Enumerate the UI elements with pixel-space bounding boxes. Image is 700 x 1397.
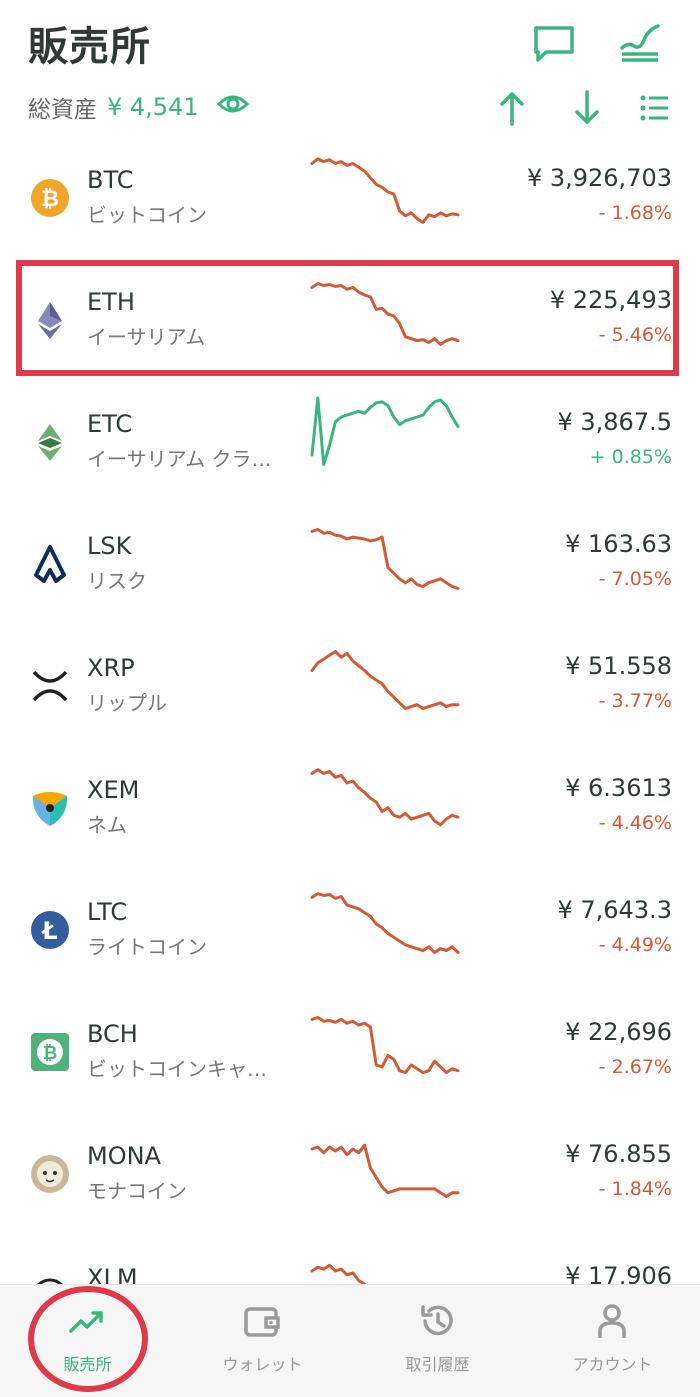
nem-icon (30, 788, 70, 828)
coin-row-ltc[interactable]: Ł LTC ライトコイン ¥ 7,643.3 - 4.49% (0, 870, 700, 992)
coin-symbol: XLM (87, 1264, 138, 1284)
coin-symbol: XRP (87, 654, 135, 682)
lisk-icon (30, 544, 70, 584)
coin-price: ¥ 17,906 (565, 1262, 672, 1284)
sort-descending-icon[interactable] (573, 90, 601, 130)
total-assets-label: 総資産 (28, 97, 97, 123)
price-sparkline (310, 1016, 460, 1075)
price-sparkline (310, 528, 460, 590)
coin-symbol: BCH (87, 1020, 138, 1048)
sparkline-line (310, 528, 460, 590)
coin-name: ライトコイン (87, 935, 207, 959)
highlight-circle (28, 1286, 148, 1392)
coin-symbol: XEM (87, 776, 140, 804)
coin-symbol: LTC (87, 898, 128, 926)
ethereum-classic-icon (30, 422, 70, 462)
price-sparkline (310, 650, 460, 710)
eye-icon[interactable] (216, 92, 249, 122)
coin-row-etc[interactable]: ETC イーサリアム クラ… ¥ 3,867.5 + 0.85% (0, 382, 700, 504)
sparkline-line (310, 1263, 367, 1284)
monacoin-icon (30, 1154, 70, 1194)
nav-label: 取引履歴 (405, 1355, 470, 1374)
price-sparkline (310, 768, 460, 827)
coin-price: ¥ 6.3613 (565, 774, 672, 802)
coin-symbol: BTC (87, 166, 134, 194)
price-sparkline (310, 1263, 367, 1284)
coin-price: ¥ 3,926,703 (526, 164, 672, 192)
sort-ascending-icon[interactable] (498, 90, 526, 130)
app-header: 販売所 総資産 ¥ 4,541 (0, 0, 700, 150)
nav-item-wallet[interactable]: ウォレット (175, 1285, 350, 1397)
bitcoin-icon: ₿ (30, 178, 70, 218)
coin-name: ビットコインキャ… (87, 1057, 267, 1081)
coin-name: リップル (87, 691, 167, 715)
coin-price: ¥ 163.63 (565, 530, 672, 558)
coin-symbol: ETC (87, 410, 133, 438)
coin-change: - 7.05% (598, 568, 672, 590)
coin-name: ビットコイン (87, 203, 207, 227)
coin-price: ¥ 7,643.3 (557, 896, 672, 924)
coin-change: - 1.68% (598, 202, 672, 224)
nav-item-account[interactable]: アカウント (525, 1285, 700, 1397)
coin-change: + 0.85% (589, 446, 672, 468)
sparkline-line (310, 650, 460, 710)
coin-row-xlm[interactable]: XLMステラルーメン¥ 17,906- 2.10% (0, 1236, 700, 1284)
sparkline-line (310, 1143, 460, 1198)
price-sparkline (310, 396, 460, 466)
price-sparkline (310, 157, 460, 224)
svg-text:₿: ₿ (41, 187, 59, 212)
coin-change: - 1.84% (598, 1178, 672, 1200)
coin-row-mona[interactable]: MONA モナコイン ¥ 76.855 - 1.84% (0, 1114, 700, 1236)
coin-row-btc[interactable]: ₿ BTC ビットコイン ¥ 3,926,703 - 1.68% (0, 138, 700, 260)
nav-label: アカウント (572, 1355, 653, 1374)
account-icon (592, 1301, 632, 1341)
coin-name: イーサリアム クラ… (87, 447, 272, 471)
coin-name: ネム (87, 813, 127, 837)
coin-symbol: MONA (87, 1142, 161, 1170)
coin-name: モナコイン (87, 1179, 187, 1203)
coin-change: - 4.46% (598, 812, 672, 834)
litecoin-icon: Ł (30, 910, 70, 950)
coin-price: ¥ 3,867.5 (557, 408, 672, 436)
coin-row-xem[interactable]: XEM ネム ¥ 6.3613 - 4.46% (0, 748, 700, 870)
total-assets: 総資産 ¥ 4,541 (28, 90, 249, 124)
nav-item-history[interactable]: 取引履歴 (350, 1285, 525, 1397)
coin-symbol: LSK (87, 532, 132, 560)
price-sparkline (310, 892, 460, 954)
bitcoin-cash-icon: ₿ (30, 1032, 70, 1072)
coin-change: - 4.49% (598, 934, 672, 956)
market-chart-icon[interactable] (618, 20, 662, 68)
sparkline-line (310, 396, 460, 466)
coin-name: リスク (87, 569, 147, 593)
sparkline-line (310, 1016, 460, 1075)
sparkline-line (310, 157, 460, 224)
svg-text:₿: ₿ (43, 1043, 58, 1064)
coin-row-bch[interactable]: ₿ BCH ビットコインキャ… ¥ 22,696 - 2.67% (0, 992, 700, 1114)
coin-price: ¥ 76.855 (565, 1140, 672, 1168)
coin-row-xrp[interactable]: XRP リップル ¥ 51.558 - 3.77% (0, 626, 700, 748)
coin-price: ¥ 22,696 (565, 1018, 672, 1046)
sparkline-line (310, 768, 460, 827)
chat-icon[interactable] (532, 24, 576, 68)
history-icon (417, 1301, 457, 1341)
xrp-icon (30, 666, 70, 706)
coin-change: - 2.67% (598, 1056, 672, 1078)
coin-price: ¥ 51.558 (565, 652, 672, 680)
sparkline-line (310, 892, 460, 954)
page-title: 販売所 (28, 24, 151, 70)
total-assets-amount: ¥ 4,541 (107, 93, 199, 121)
nav-label: ウォレット (222, 1355, 303, 1374)
highlight-box (16, 260, 679, 376)
list-view-icon[interactable] (640, 94, 670, 126)
price-sparkline (310, 1143, 460, 1198)
stellar-icon (30, 1276, 70, 1284)
svg-text:Ł: Ł (40, 917, 57, 945)
coin-row-lsk[interactable]: LSK リスク ¥ 163.63 - 7.05% (0, 504, 700, 626)
wallet-icon (242, 1301, 282, 1341)
coin-change: - 3.77% (598, 690, 672, 712)
